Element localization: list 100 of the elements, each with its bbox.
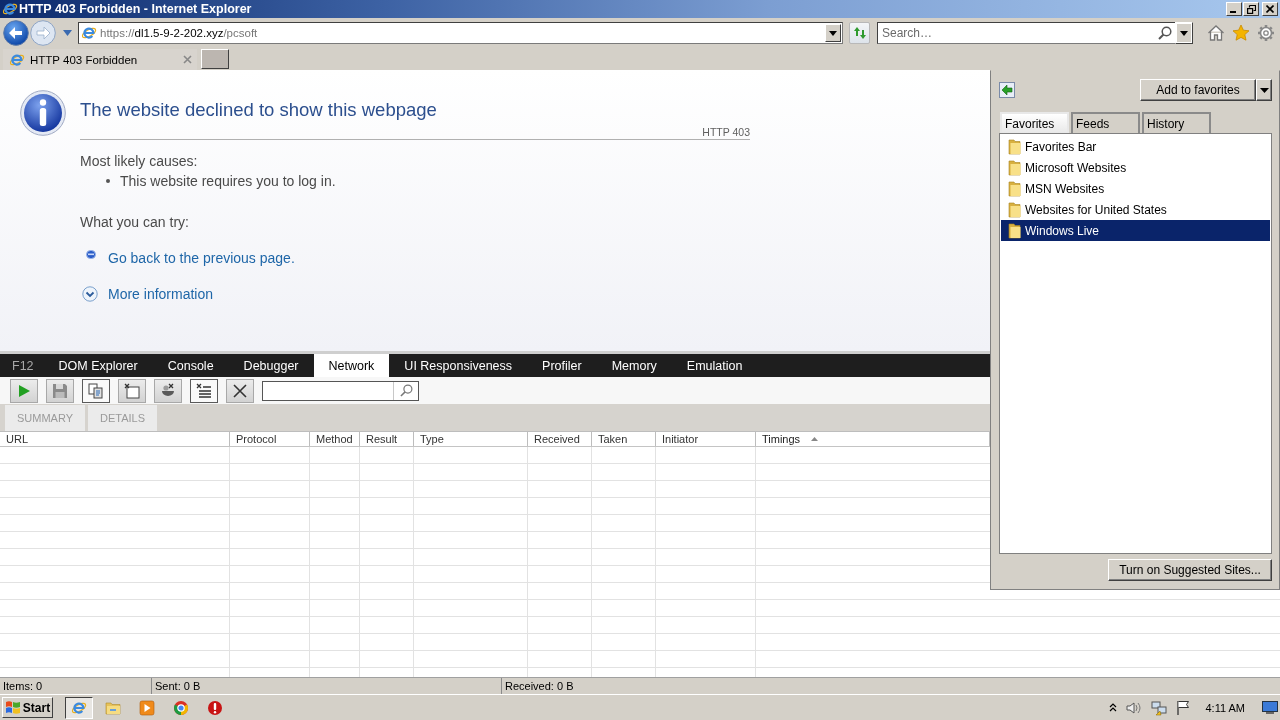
- flag-logo-icon: [4, 700, 21, 715]
- browser-tab[interactable]: HTTP 403 Forbidden: [3, 49, 197, 70]
- search-field[interactable]: Search…: [877, 22, 1155, 44]
- restore-button[interactable]: [1243, 2, 1259, 16]
- column-header[interactable]: Received: [528, 432, 592, 446]
- up-caret-icon[interactable]: [1109, 703, 1118, 712]
- flag-icon[interactable]: [1176, 700, 1191, 715]
- folder-icon: [1008, 180, 1021, 197]
- tricolor-circle-icon: [173, 699, 189, 716]
- home-button[interactable]: [1206, 23, 1226, 43]
- search-icon: [1158, 26, 1172, 40]
- list-x-icon: [196, 382, 212, 399]
- new-tab-button[interactable]: [201, 49, 229, 69]
- close-icon: [1266, 5, 1274, 13]
- devtools-tab[interactable]: Console: [152, 354, 229, 377]
- causes-title: Most likely causes:: [80, 152, 199, 171]
- alert-circle-icon: [207, 699, 223, 716]
- gear-icon: [1257, 24, 1275, 42]
- toolbar-button[interactable]: [82, 378, 110, 403]
- favorites-item[interactable]: Favorites Bar: [1001, 136, 1270, 157]
- save-icon: [52, 382, 68, 399]
- search-dropdown-button[interactable]: [1175, 22, 1193, 44]
- browser-e-icon: [2, 1, 18, 17]
- caret-down-icon: [1180, 30, 1188, 36]
- taskbar-button[interactable]: [65, 696, 93, 719]
- folder-icon: [105, 699, 121, 716]
- toolbar-button[interactable]: [154, 378, 182, 403]
- browser-e-icon: [71, 699, 87, 716]
- caret-down-icon: [829, 30, 837, 36]
- favorites-item[interactable]: Websites for United States: [1001, 199, 1270, 220]
- devtools-tab[interactable]: Memory: [596, 354, 672, 377]
- filter-field[interactable]: [262, 380, 419, 401]
- toolbar-button[interactable]: [226, 378, 254, 403]
- devtools-tab[interactable]: UI Responsiveness: [389, 354, 528, 377]
- documents-icon: [88, 382, 104, 399]
- more-information-link[interactable]: More information: [108, 286, 214, 302]
- star-icon: [1232, 24, 1250, 42]
- status-text: Received: 0 B: [505, 680, 574, 692]
- devtools-tab[interactable]: Profiler: [527, 354, 597, 377]
- suggested-sites-button[interactable]: Turn on Suggested Sites...: [1108, 559, 1272, 581]
- address-field[interactable]: https://dl1.5-9-2-202.xyz/pcsoft: [78, 22, 843, 44]
- column-header[interactable]: Initiator: [656, 432, 756, 446]
- clock-text[interactable]: 4:11 AM: [1205, 701, 1245, 714]
- status-text: Sent: 0 B: [155, 680, 201, 692]
- devtools-tab[interactable]: DOM Explorer: [43, 354, 153, 377]
- try-title: What you can try:: [80, 213, 190, 232]
- column-header[interactable]: Type: [414, 432, 528, 446]
- error-code: HTTP 403: [702, 126, 750, 139]
- minimize-button[interactable]: [1226, 2, 1242, 16]
- add-to-favorites-button[interactable]: Add to favorites: [1140, 79, 1256, 101]
- go-back-link[interactable]: Go back to the previous page.: [108, 250, 295, 266]
- toolbar-button[interactable]: [190, 378, 218, 403]
- caret-down-icon: [62, 30, 72, 36]
- column-header[interactable]: Method: [310, 432, 360, 446]
- error-heading: The website declined to show this webpage: [80, 98, 438, 122]
- network-icon[interactable]: [1151, 699, 1168, 716]
- status-text: Items: 0: [3, 680, 43, 692]
- search-button[interactable]: [1155, 22, 1175, 44]
- settings-button[interactable]: [1256, 23, 1276, 43]
- x-mark-icon: [233, 383, 247, 398]
- desktop-icon[interactable]: [1262, 701, 1278, 714]
- chevron-down-circle-icon[interactable]: [82, 286, 98, 302]
- add-dropdown-button[interactable]: [1256, 79, 1272, 101]
- page-e-icon: [81, 25, 97, 41]
- favorites-tab[interactable]: Favorites: [1000, 112, 1069, 133]
- tab-title: HTTP 403 Forbidden: [30, 53, 138, 66]
- folder-icon: [1008, 159, 1021, 176]
- start-button[interactable]: Start: [2, 697, 53, 718]
- home-icon: [1207, 24, 1225, 42]
- bowl-x-icon: [160, 382, 176, 399]
- devtools-tab[interactable]: Network: [313, 354, 390, 377]
- box-x-icon: [124, 382, 140, 399]
- devtools-tab[interactable]: Emulation: [671, 354, 758, 377]
- refresh-button[interactable]: [849, 22, 870, 44]
- favorites-item[interactable]: MSN Websites: [1001, 178, 1270, 199]
- cause-text: This website requires you to log in.: [120, 172, 336, 191]
- address-dropdown-button[interactable]: [825, 24, 841, 42]
- speaker-icon[interactable]: [1126, 700, 1143, 715]
- column-header[interactable]: Taken: [592, 432, 656, 446]
- window-title: HTTP 403 Forbidden - Internet Explorer: [19, 2, 252, 16]
- folder-icon: [1008, 138, 1021, 155]
- search-icon: [399, 384, 413, 397]
- folder-icon: [1008, 222, 1021, 239]
- devtools-tab[interactable]: Debugger: [228, 354, 314, 377]
- back-button[interactable]: [3, 20, 29, 46]
- close-button[interactable]: [1262, 2, 1278, 16]
- play-icon: [17, 383, 31, 398]
- column-header[interactable]: Protocol: [230, 432, 310, 446]
- sort-up-icon: [811, 437, 819, 441]
- page-e-icon: [9, 51, 25, 68]
- column-header[interactable]: URL: [0, 432, 230, 446]
- column-header[interactable]: Result: [360, 432, 414, 446]
- url-text[interactable]: https://dl1.5-9-2-202.xyz/pcsoft: [100, 27, 258, 39]
- devtools-label: F12: [11, 357, 35, 375]
- swap-arrows-icon: [851, 25, 868, 41]
- favorites-item[interactable]: Microsoft Websites: [1001, 157, 1270, 178]
- left-arrow-icon[interactable]: [999, 82, 1015, 98]
- caret-down-icon: [1259, 87, 1269, 93]
- favorites-item[interactable]: Windows Live: [1001, 220, 1270, 241]
- restore-icon: [1246, 4, 1256, 14]
